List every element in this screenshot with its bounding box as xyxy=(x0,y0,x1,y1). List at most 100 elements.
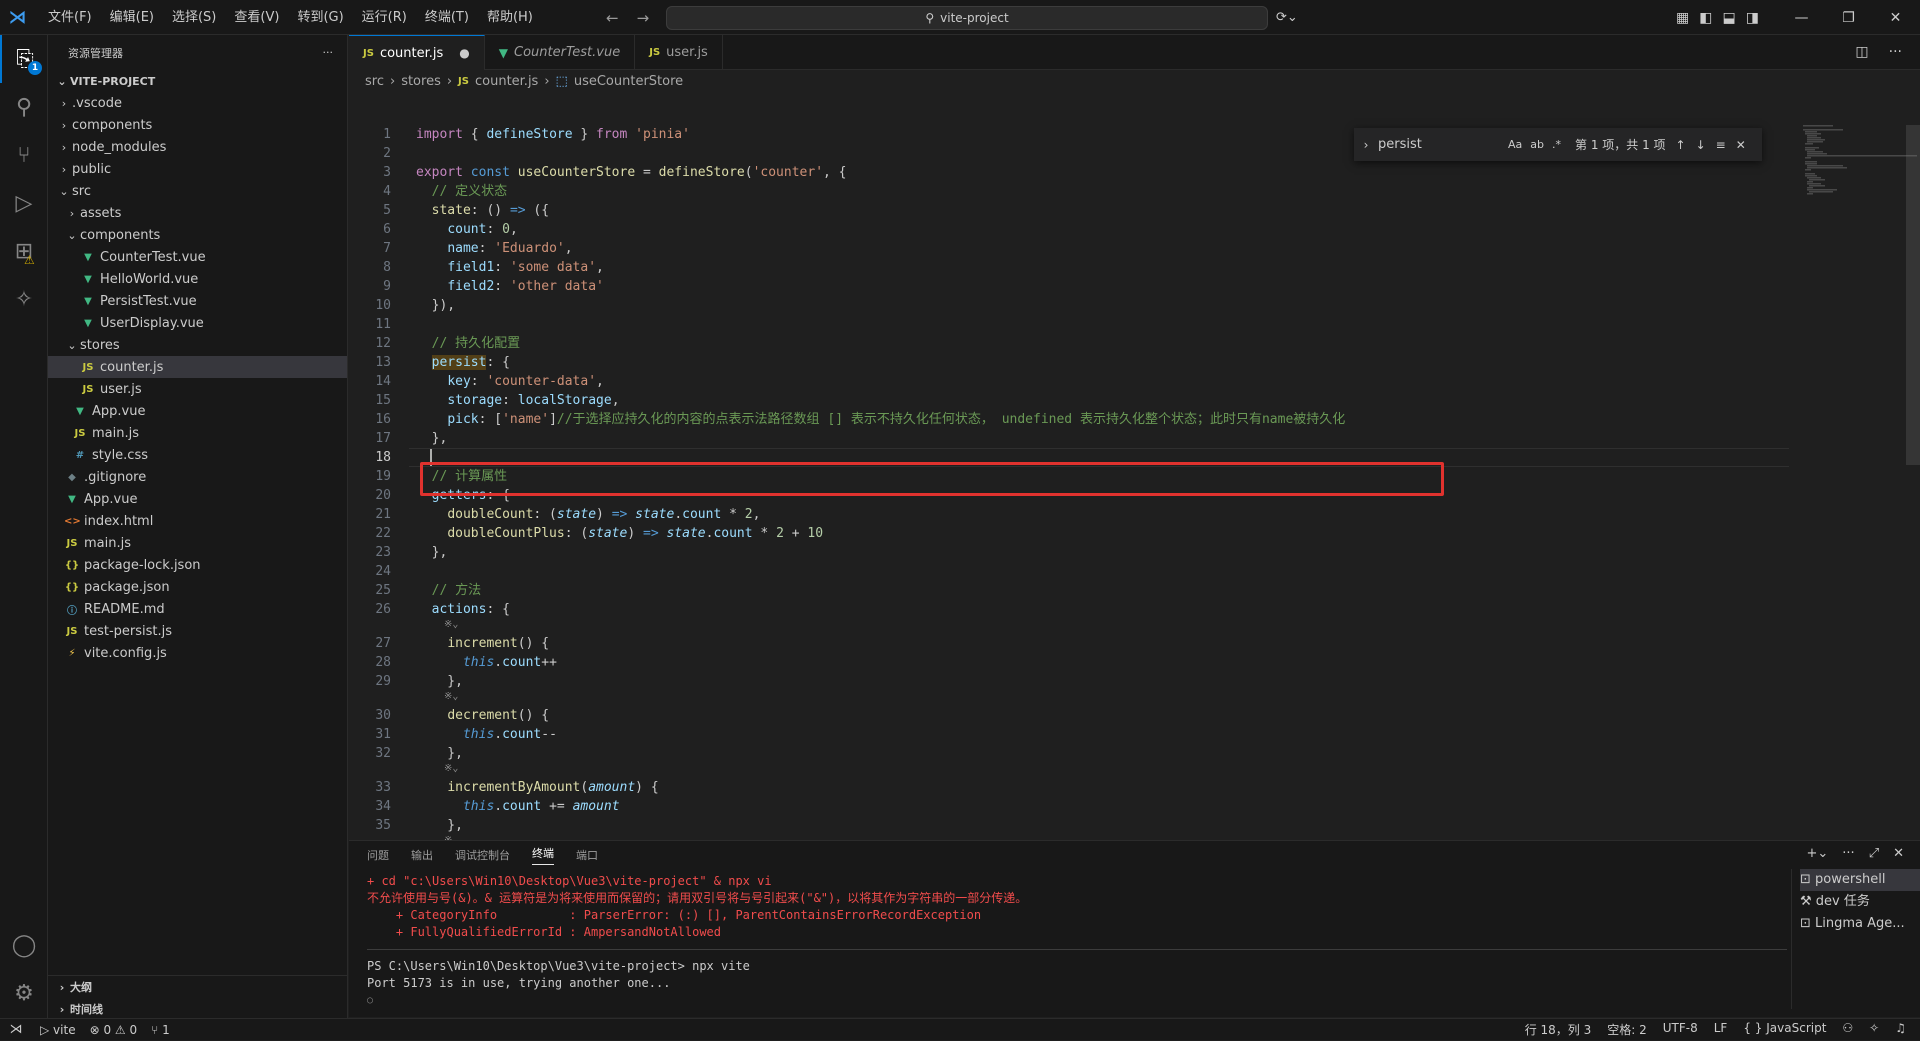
minimize-icon[interactable]: — xyxy=(1778,10,1825,26)
lingma-codelens-icon[interactable]: ※⌄ xyxy=(444,690,458,704)
tree-item[interactable]: JS test-persist.js xyxy=(48,620,347,642)
outline-section[interactable]: › 大纲 xyxy=(48,976,347,998)
tree-item[interactable]: ⌄ components xyxy=(48,224,347,246)
terminal-instance[interactable]: ⊡ powershell xyxy=(1800,869,1920,891)
tree-item[interactable]: <> index.html xyxy=(48,510,347,532)
find-in-selection-icon[interactable]: ≡ xyxy=(1716,138,1726,152)
close-panel-icon[interactable]: ✕ xyxy=(1893,846,1904,861)
run-task-item[interactable]: ▷ vite xyxy=(40,1023,76,1037)
terminal-output[interactable]: + cd "c:\Users\Win10\Desktop\Vue3\vite-p… xyxy=(367,873,1787,1009)
lingma-codelens-icon[interactable]: ※⌄ xyxy=(444,618,458,632)
tree-item[interactable]: ▼ App.vue xyxy=(48,488,347,510)
tree-item[interactable]: ⌄ src xyxy=(48,180,347,202)
panel-tab[interactable]: 问题 xyxy=(367,847,389,863)
account-icon[interactable]: ◯ xyxy=(0,921,48,969)
tree-item[interactable]: ▼ CounterTest.vue xyxy=(48,246,347,268)
menu-item[interactable]: 帮助(H) xyxy=(478,0,542,35)
editor-scrollbar[interactable] xyxy=(1906,125,1920,465)
toggle-panel-icon[interactable]: ⬓ xyxy=(1722,10,1735,26)
tree-item[interactable]: {} package.json xyxy=(48,576,347,598)
indentation[interactable]: 空格: 2 xyxy=(1607,1021,1647,1038)
minimap[interactable] xyxy=(1789,125,1919,245)
tree-item[interactable]: ▼ PersistTest.vue xyxy=(48,290,347,312)
tree-item[interactable]: {} package-lock.json xyxy=(48,554,347,576)
settings-gear-icon[interactable]: ⚙ xyxy=(0,969,48,1017)
tree-item[interactable]: › assets xyxy=(48,202,347,224)
maximize-panel-icon[interactable]: ⤢ xyxy=(1869,846,1879,861)
more-actions-icon[interactable]: ··· xyxy=(1842,846,1854,861)
encoding[interactable]: UTF-8 xyxy=(1663,1021,1698,1038)
ports-item[interactable]: ⑂ 1 xyxy=(151,1023,170,1037)
close-window-icon[interactable]: ✕ xyxy=(1872,10,1919,26)
command-center[interactable]: ⚲ vite-project xyxy=(666,6,1268,30)
panel-tab[interactable]: 调试控制台 xyxy=(455,847,510,863)
tree-item[interactable]: ▼ App.vue xyxy=(48,400,347,422)
terminal-instance[interactable]: ⊡ Lingma Age... xyxy=(1800,913,1920,935)
tree-item[interactable]: ⚡ vite.config.js xyxy=(48,642,347,664)
previous-match-icon[interactable]: ↑ xyxy=(1676,138,1686,152)
copilot-icon[interactable]: ⟳⌄ xyxy=(1276,0,1298,35)
tree-item[interactable]: › .vscode xyxy=(48,92,347,114)
cursor-position[interactable]: 行 18，列 3 xyxy=(1525,1021,1592,1038)
search-icon[interactable]: ⚲ xyxy=(0,83,48,131)
tree-item[interactable]: JS main.js xyxy=(48,422,347,444)
find-input[interactable]: persist xyxy=(1378,137,1508,152)
lingma-codelens-icon[interactable]: ※⌄ xyxy=(444,762,458,776)
regex-icon[interactable]: .* xyxy=(1552,138,1561,151)
menu-item[interactable]: 编辑(E) xyxy=(101,0,163,35)
panel-tab[interactable]: 端口 xyxy=(576,847,598,863)
language-mode[interactable]: { } JavaScript xyxy=(1743,1021,1826,1038)
editor-tab[interactable]: ▼ CounterTest.vue xyxy=(485,35,636,70)
eol[interactable]: LF xyxy=(1714,1021,1728,1038)
back-arrow-icon[interactable]: ← xyxy=(606,9,619,27)
forward-arrow-icon[interactable]: → xyxy=(637,9,650,27)
editor-tab[interactable]: JS user.js xyxy=(635,35,723,70)
new-terminal-icon[interactable]: +⌄ xyxy=(1806,846,1828,861)
menu-item[interactable]: 文件(F) xyxy=(39,0,101,35)
menu-item[interactable]: 终端(T) xyxy=(416,0,478,35)
extensions-icon[interactable]: ⊞ ⚠ xyxy=(0,227,48,275)
project-section-header[interactable]: ⌄ VITE-PROJECT xyxy=(48,70,347,92)
timeline-section[interactable]: › 时间线 xyxy=(48,998,347,1020)
toggle-secondary-sidebar-icon[interactable]: ◨ xyxy=(1746,10,1759,26)
explorer-icon[interactable]: ⎘ 1 xyxy=(0,35,48,83)
toggle-replace-icon[interactable]: › xyxy=(1354,138,1378,152)
editor-tab[interactable]: JS counter.js ● xyxy=(349,35,485,70)
restore-icon[interactable]: ❐ xyxy=(1825,10,1872,26)
copilot-status-icon[interactable]: ⚇ xyxy=(1842,1021,1853,1038)
menu-item[interactable]: 查看(V) xyxy=(225,0,288,35)
terminal-instance[interactable]: ⚒ dev 任务 xyxy=(1800,891,1920,913)
breadcrumb-item[interactable]: counter.js xyxy=(475,74,538,89)
lingma-status-icon[interactable]: ✧ xyxy=(1869,1021,1879,1038)
source-control-icon[interactable]: ⑂ xyxy=(0,131,48,179)
unsaved-dot-icon[interactable]: ● xyxy=(459,46,469,60)
tree-item[interactable]: ▼ UserDisplay.vue xyxy=(48,312,347,334)
panel-tab[interactable]: 终端 xyxy=(532,845,554,865)
tree-item[interactable]: JS user.js xyxy=(48,378,347,400)
tree-item[interactable]: ⓘ README.md xyxy=(48,598,347,620)
more-actions-icon[interactable]: ··· xyxy=(323,46,334,59)
run-debug-icon[interactable]: ▷ xyxy=(0,179,48,227)
more-actions-icon[interactable]: ··· xyxy=(1889,44,1902,60)
tree-item[interactable]: ◆ .gitignore xyxy=(48,466,347,488)
menu-item[interactable]: 运行(R) xyxy=(353,0,416,35)
breadcrumb-item[interactable]: useCounterStore xyxy=(574,74,683,89)
menu-item[interactable]: 转到(G) xyxy=(288,0,352,35)
tree-item[interactable]: # style.css xyxy=(48,444,347,466)
tree-item[interactable]: JS counter.js xyxy=(48,356,347,378)
panel-tab[interactable]: 输出 xyxy=(411,847,433,863)
remote-icon[interactable]: ⋊ xyxy=(0,1019,32,1041)
breadcrumb-item[interactable]: stores xyxy=(401,74,441,89)
menu-item[interactable]: 选择(S) xyxy=(163,0,225,35)
tree-item[interactable]: ▼ HelloWorld.vue xyxy=(48,268,347,290)
split-editor-icon[interactable]: ◫ xyxy=(1855,44,1868,60)
breadcrumb-item[interactable]: src xyxy=(365,74,384,89)
customize-layout-icon[interactable]: ▦ xyxy=(1676,10,1689,26)
tree-item[interactable]: › public xyxy=(48,158,347,180)
code-editor[interactable]: 1 import { defineStore } from 'pinia' 2 3 ex… xyxy=(349,105,1920,840)
match-case-icon[interactable]: Aa xyxy=(1508,138,1522,151)
next-match-icon[interactable]: ↓ xyxy=(1696,138,1706,152)
tree-item[interactable]: ⌄ stores xyxy=(48,334,347,356)
close-find-icon[interactable]: ✕ xyxy=(1736,138,1746,152)
problems-item[interactable]: ⊗ 0 ⚠ 0 xyxy=(90,1023,138,1037)
